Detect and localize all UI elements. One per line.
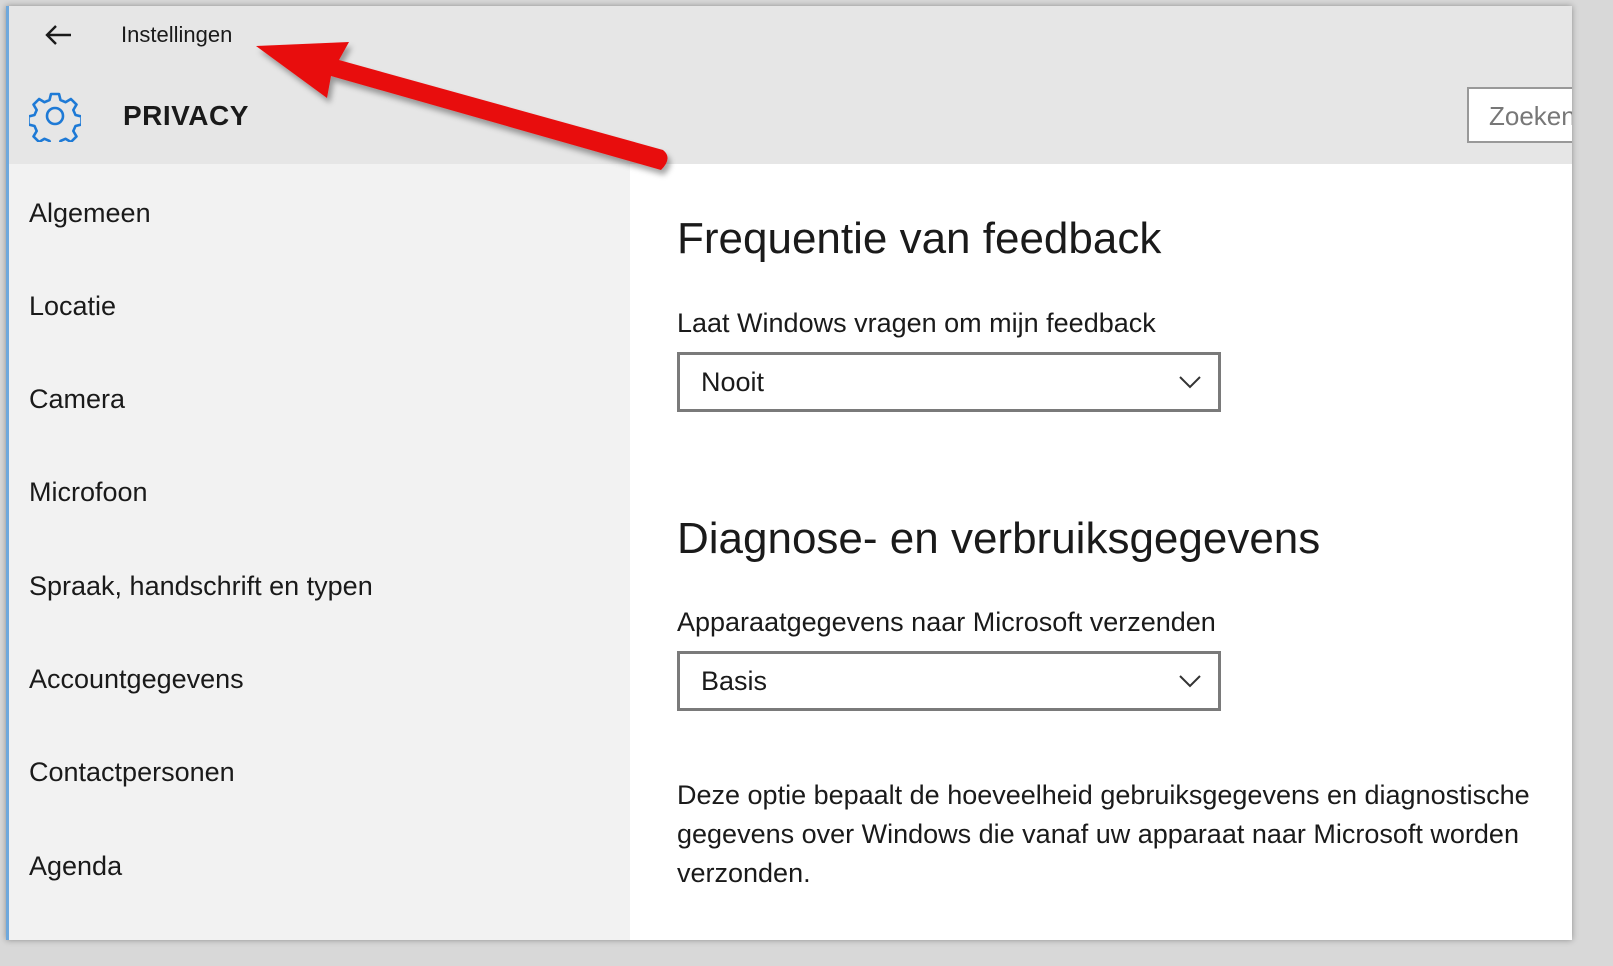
sidebar-item-accountgegevens[interactable]: Accountgegevens [29,664,244,695]
diagnostics-data-value: Basis [701,666,768,696]
feedback-label: Laat Windows vragen om mijn feedback [677,308,1156,338]
window-title: Instellingen [121,22,233,47]
main-content: Frequentie van feedback Laat Windows vra… [630,164,1572,940]
sidebar-item-algemeen[interactable]: Algemeen [29,198,151,229]
sidebar: Algemeen Locatie Camera Microfoon Spraak… [9,164,630,940]
feedback-heading: Frequentie van feedback [677,214,1162,263]
sidebar-item-contactpersonen[interactable]: Contactpersonen [29,757,235,788]
diagnostics-label: Apparaatgegevens naar Microsoft verzende… [677,607,1216,637]
sidebar-item-spraak[interactable]: Spraak, handschrift en typen [29,571,373,602]
gear-icon [29,92,81,142]
page-header: PRIVACY Zoeken [9,64,1572,164]
search-input[interactable]: Zoeken [1467,87,1572,143]
sidebar-item-locatie[interactable]: Locatie [29,291,116,322]
sidebar-item-camera[interactable]: Camera [29,384,125,415]
diagnostics-description: Deze optie bepaalt de hoeveelheid gebrui… [677,780,1530,888]
sidebar-item-agenda[interactable]: Agenda [29,851,122,882]
back-button[interactable] [35,12,81,58]
settings-window: Instellingen PRIVACY Zoeken Algemeen Loc… [6,6,1572,940]
search-placeholder: Zoeken [1489,101,1572,131]
feedback-frequency-dropdown[interactable]: Nooit [677,352,1221,412]
sidebar-item-microfoon[interactable]: Microfoon [29,477,148,508]
page-title: PRIVACY [123,100,249,131]
diagnostics-data-dropdown[interactable]: Basis [677,651,1221,711]
title-bar: Instellingen [9,6,1572,64]
chevron-down-icon [1179,675,1201,688]
chevron-down-icon [1179,376,1201,389]
feedback-frequency-value: Nooit [701,367,765,397]
diagnostics-heading: Diagnose- en verbruiksgegevens [677,514,1321,563]
back-arrow-icon [45,25,71,45]
